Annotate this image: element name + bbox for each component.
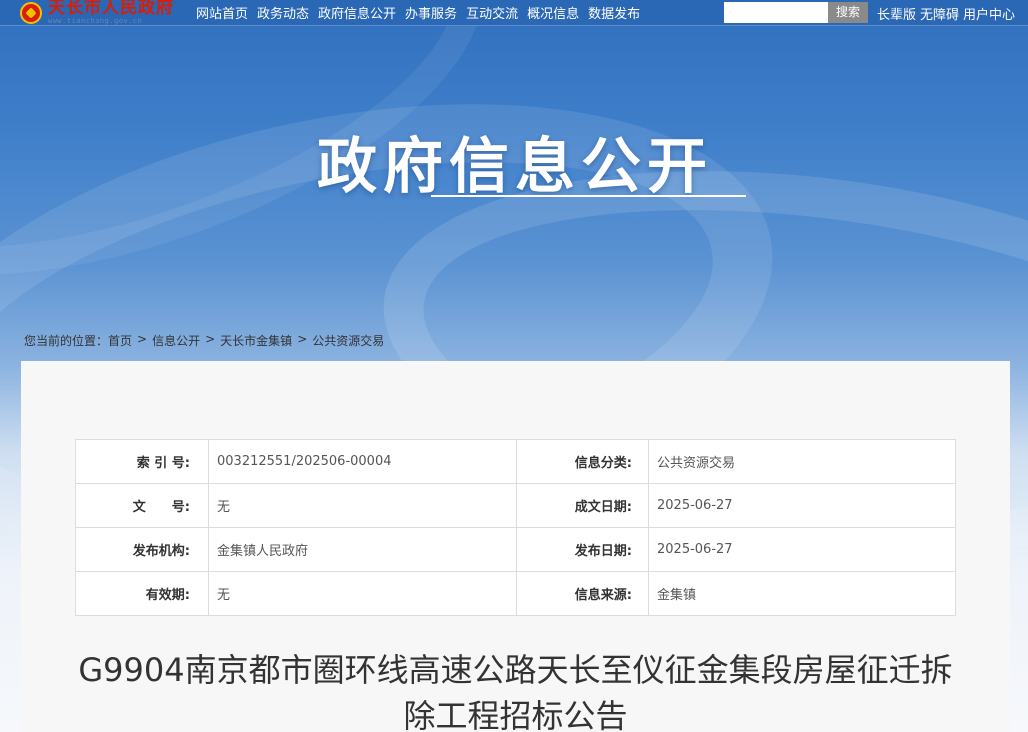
top-navigation-bar: 天长市人民政府 www.tianchang.gov.cn 网站首页 政务动态 政… (0, 0, 1028, 26)
source-value: 金集镇 (648, 571, 956, 616)
table-row: 索 引 号: 003212551/202506-00004 信息分类: 公共资源… (75, 439, 956, 484)
index-number-label: 索 引 号: (75, 439, 209, 484)
breadcrumb-separator: > (205, 332, 216, 346)
breadcrumb-item-town[interactable]: 天长市金集镇 (220, 332, 292, 349)
source-label: 信息来源: (516, 571, 649, 616)
category-label: 信息分类: (516, 439, 649, 484)
logo-url: www.tianchang.gov.cn (48, 17, 143, 25)
table-row: 文 号: 无 成文日期: 2025-06-27 (75, 483, 956, 528)
publish-date-value: 2025-06-27 (648, 527, 956, 572)
category-value: 公共资源交易 (648, 439, 956, 484)
banner-title-underline (431, 195, 746, 197)
search-input[interactable] (724, 2, 828, 23)
validity-value: 无 (208, 571, 517, 616)
top-links: 长辈版 无障碍 用户中心 (877, 0, 1019, 26)
nav-item-interaction[interactable]: 互动交流 (466, 3, 518, 22)
nav-item-data[interactable]: 数据发布 (588, 3, 640, 22)
document-number-label: 文 号: (75, 483, 209, 528)
breadcrumb-item-info[interactable]: 信息公开 (152, 332, 200, 349)
written-date-value: 2025-06-27 (648, 483, 956, 528)
written-date-label: 成文日期: (516, 483, 649, 528)
nav-item-news[interactable]: 政务动态 (257, 3, 309, 22)
breadcrumb-item-category[interactable]: 公共资源交易 (312, 332, 384, 349)
accessibility-link[interactable]: 无障碍 (920, 4, 959, 23)
article-title: G9904南京都市圈环线高速公路天长至仪征金集段房屋征迁拆除工程招标公告 (78, 651, 953, 732)
breadcrumb-item-home[interactable]: 首页 (108, 332, 132, 349)
search-button[interactable]: 搜索 (828, 2, 868, 23)
table-row: 有效期: 无 信息来源: 金集镇 (75, 571, 956, 616)
banner-title: 政府信息公开 (317, 132, 713, 202)
content-panel: 索 引 号: 003212551/202506-00004 信息分类: 公共资源… (21, 361, 1010, 732)
logo-title: 天长市人民政府 (48, 0, 174, 18)
index-number-value: 003212551/202506-00004 (208, 439, 517, 484)
breadcrumb-prefix: 您当前的位置： (24, 334, 109, 348)
breadcrumb: 您当前的位置： 首页 > 信息公开 > 天长市金集镇 > 公共资源交易 (24, 332, 384, 349)
page: 天长市人民政府 www.tianchang.gov.cn 网站首页 政务动态 政… (0, 0, 1028, 732)
publisher-label: 发布机构: (75, 527, 209, 572)
table-row: 发布机构: 金集镇人民政府 发布日期: 2025-06-27 (75, 527, 956, 572)
logo-text: 天长市人民政府 www.tianchang.gov.cn (48, 0, 174, 25)
elder-mode-link[interactable]: 长辈版 (877, 4, 916, 23)
publish-date-label: 发布日期: (516, 527, 649, 572)
nav-item-info-disclosure[interactable]: 政府信息公开 (318, 3, 396, 22)
nav-item-overview[interactable]: 概况信息 (527, 3, 579, 22)
breadcrumb-separator: > (137, 332, 148, 346)
breadcrumb-separator: > (297, 332, 308, 346)
metadata-table: 索 引 号: 003212551/202506-00004 信息分类: 公共资源… (75, 439, 956, 616)
main-nav: 网站首页 政务动态 政府信息公开 办事服务 互动交流 概况信息 数据发布 (196, 3, 649, 22)
document-number-value: 无 (208, 483, 517, 528)
validity-label: 有效期: (75, 571, 209, 616)
nav-item-services[interactable]: 办事服务 (405, 3, 457, 22)
nav-item-home[interactable]: 网站首页 (196, 3, 248, 22)
publisher-value: 金集镇人民政府 (208, 527, 517, 572)
national-emblem-icon (20, 1, 42, 24)
user-center-link[interactable]: 用户中心 (963, 4, 1015, 23)
site-logo[interactable]: 天长市人民政府 www.tianchang.gov.cn (20, 0, 190, 26)
